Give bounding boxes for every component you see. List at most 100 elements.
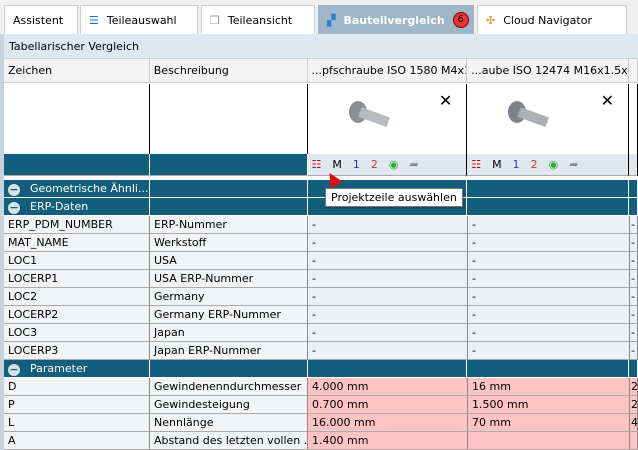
part1-value: -	[308, 324, 468, 342]
one-button[interactable]: 1	[353, 158, 360, 172]
two-button[interactable]: 2	[531, 158, 538, 172]
collapse-icon[interactable]: −	[8, 202, 20, 214]
part3-value: -	[630, 252, 638, 270]
part3-value: -	[630, 306, 638, 324]
part3-value: -	[630, 234, 638, 252]
group-erp-daten[interactable]: − ERP-Daten	[4, 198, 638, 216]
tab-bauteilvergleich[interactable]: ▞ Bauteilvergleich 6	[318, 5, 474, 34]
tab-teileauswahl[interactable]: ☰ Teileauswahl	[80, 5, 198, 34]
group-label: Geometrische Ähnli...	[30, 182, 149, 195]
group-parameter[interactable]: − Parameter	[4, 360, 638, 378]
part2-value: -	[468, 252, 630, 270]
beschreibung-cell: Germany	[150, 288, 308, 306]
image-row: ✕ ✕	[4, 84, 638, 154]
panel-title: Tabellarischer Vergleich	[4, 34, 638, 59]
group-label: Parameter	[30, 362, 88, 375]
close-icon[interactable]: ✕	[601, 93, 614, 109]
one-button[interactable]: 1	[513, 158, 520, 172]
tab-cloud-navigator[interactable]: ✣ Cloud Navigator	[477, 5, 627, 34]
tab-bar: Assistent ☰ Teileauswahl ❒ Teileansicht ▞ B…	[0, 0, 638, 34]
table-row[interactable]: LOC1 USA - - -	[4, 252, 638, 270]
part1-value: -	[308, 270, 468, 288]
table-row[interactable]: LOCERP1 USA ERP-Nummer - - -	[4, 270, 638, 288]
zeichen-cell: LOC2	[4, 288, 150, 306]
part1-preview[interactable]: ✕	[307, 84, 468, 154]
zeichen-cell: A	[4, 432, 150, 450]
table-row[interactable]: LOC2 Germany - - -	[4, 288, 638, 306]
toolbar-row: ☷ M 1 2 ◉ ➦ ☷ M 1 2 ◉ ➦	[4, 154, 638, 176]
network-icon: ✣	[486, 13, 496, 27]
beschreibung-cell: USA ERP-Nummer	[150, 270, 308, 288]
part3-value: -	[630, 270, 638, 288]
zeichen-cell: LOCERP2	[4, 306, 150, 324]
zeichen-cell: LOCERP3	[4, 342, 150, 360]
part1-value: 0.700 mm	[308, 396, 468, 414]
part2-value: -	[468, 324, 630, 342]
table-row[interactable]: LOC3 Japan - - -	[4, 324, 638, 342]
table-row[interactable]: L Nennlänge 16.000 mm 70 mm 4	[4, 414, 638, 432]
search-icon[interactable]: ◉	[549, 158, 559, 172]
col-beschreibung[interactable]: Beschreibung	[149, 59, 308, 83]
group-geometrische-aehnlichkeit[interactable]: − Geometrische Ähnli...	[4, 180, 638, 198]
part2-preview[interactable]: ✕	[467, 84, 629, 154]
zeichen-cell: MAT_NAME	[4, 234, 150, 252]
comparison-panel: Tabellarischer Vergleich Zeichen Beschre…	[4, 34, 638, 450]
part2-toolbar: ☷ M 1 2 ◉ ➦	[467, 154, 629, 176]
part1-value: -	[308, 234, 468, 252]
part1-value: -	[308, 216, 468, 234]
export-icon[interactable]: ➦	[410, 158, 419, 172]
part1-value: -	[308, 306, 468, 324]
table-row[interactable]: LOCERP3 Japan ERP-Nummer - - -	[4, 342, 638, 360]
zeichen-cell: D	[4, 378, 150, 396]
part3-value: 2	[630, 378, 638, 396]
beschreibung-cell: Gewindesteigung	[150, 396, 308, 414]
part3-value	[630, 432, 638, 450]
col-part2[interactable]: ...aube ISO 12474 M16x1.5x70	[467, 59, 629, 83]
part3-value: -	[630, 342, 638, 360]
tab-label: Assistent	[13, 13, 64, 27]
close-icon[interactable]: ✕	[439, 93, 452, 109]
beschreibung-cell: Werkstoff	[150, 234, 308, 252]
collapse-icon[interactable]: −	[8, 184, 20, 196]
part2-value: 16 mm	[468, 378, 630, 396]
m-button[interactable]: M	[492, 158, 502, 172]
select-row-icon[interactable]: ☷	[312, 158, 322, 172]
beschreibung-cell: USA	[150, 252, 308, 270]
export-icon[interactable]: ➦	[569, 158, 578, 172]
part2-value: -	[468, 288, 630, 306]
table-row[interactable]: MAT_NAME Werkstoff - - -	[4, 234, 638, 252]
tab-teileansicht[interactable]: ❒ Teileansicht	[201, 5, 315, 34]
table-row[interactable]: P Gewindesteigung 0.700 mm 1.500 mm 2	[4, 396, 638, 414]
search-icon[interactable]: ◉	[389, 158, 399, 172]
parts-icon: ☰	[89, 13, 99, 27]
part2-value: 1.500 mm	[468, 396, 630, 414]
table-row[interactable]: A Abstand des letzten vollen ... 1.400 mm	[4, 432, 638, 450]
table-row[interactable]: ERP_PDM_NUMBER ERP-Nummer - - -	[4, 216, 638, 234]
col-part1[interactable]: ...pfschraube ISO 1580 M4x16	[307, 59, 468, 83]
beschreibung-cell: ERP-Nummer	[150, 216, 308, 234]
compare-icon: ▞	[327, 13, 336, 27]
tooltip: Projektzeile auswählen	[325, 188, 463, 207]
part2-value: -	[468, 216, 630, 234]
zeichen-cell: ERP_PDM_NUMBER	[4, 216, 150, 234]
collapse-icon[interactable]: −	[8, 364, 20, 376]
part3-value: -	[630, 216, 638, 234]
select-row-icon[interactable]: ☷	[471, 158, 481, 172]
part2-value	[468, 432, 630, 450]
col-zeichen[interactable]: Zeichen	[4, 59, 150, 83]
zeichen-cell: P	[4, 396, 150, 414]
beschreibung-cell: Abstand des letzten vollen ...	[150, 432, 308, 450]
part1-value: -	[308, 342, 468, 360]
tab-assistent[interactable]: Assistent	[4, 5, 78, 34]
part2-value: -	[468, 270, 630, 288]
tab-label: Bauteilvergleich	[343, 13, 445, 27]
part2-value: -	[468, 306, 630, 324]
screw-icon	[508, 101, 550, 127]
cubes-icon: ❒	[210, 13, 220, 27]
col-part3[interactable]	[629, 59, 638, 83]
two-button[interactable]: 2	[371, 158, 378, 172]
beschreibung-cell: Japan ERP-Nummer	[150, 342, 308, 360]
table-row[interactable]: D Gewindenenndurchmesser 4.000 mm 16 mm 2	[4, 378, 638, 396]
count-badge: 6	[452, 12, 469, 28]
table-row[interactable]: LOCERP2 Germany ERP-Nummer - - -	[4, 306, 638, 324]
